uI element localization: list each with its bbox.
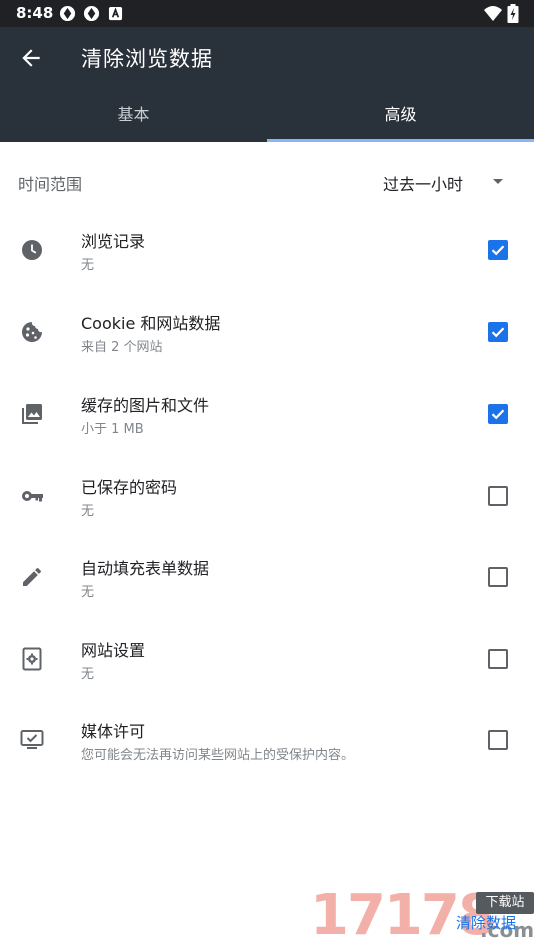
- option-subtitle: 无: [81, 504, 95, 519]
- option-subtitle: 您可能会无法再访问某些网站上的受保护内容。: [81, 748, 355, 763]
- time-range-value: 过去一小时: [383, 175, 464, 194]
- option-subtitle: 小于 1 MB: [81, 422, 144, 437]
- tab-bar: 基本 高级: [0, 89, 534, 142]
- notification-icon: [59, 5, 76, 22]
- arrow-left-icon[interactable]: [18, 45, 44, 71]
- key-icon: [22, 491, 43, 502]
- checkbox[interactable]: [488, 240, 508, 260]
- option-title: 浏览记录: [81, 232, 146, 251]
- option-autofill[interactable]: 自动填充表单数据 无: [0, 541, 534, 623]
- option-browsing-history[interactable]: 浏览记录 无: [0, 214, 534, 296]
- battery-icon: [507, 4, 519, 23]
- option-title: 自动填充表单数据: [81, 559, 210, 578]
- app-bar: 清除浏览数据: [0, 27, 534, 89]
- option-title: 已保存的密码: [81, 478, 178, 497]
- option-subtitle: 无: [81, 667, 95, 682]
- check-icon: [491, 409, 505, 420]
- option-title: 缓存的图片和文件: [81, 396, 210, 415]
- pencil-icon: [23, 568, 41, 586]
- checkbox[interactable]: [488, 486, 508, 506]
- notification-icon: [83, 5, 100, 22]
- option-subtitle: 无: [81, 585, 95, 600]
- option-saved-passwords[interactable]: 已保存的密码 无: [0, 460, 534, 542]
- site-settings-icon: [22, 647, 42, 671]
- option-subtitle: 来自 2 个网站: [81, 340, 163, 355]
- option-title: Cookie 和网站数据: [81, 314, 221, 333]
- dropdown-arrow-icon: [493, 179, 503, 184]
- tab-advanced[interactable]: 高级: [267, 89, 534, 142]
- time-range-dropdown[interactable]: 过去一小时: [360, 150, 520, 214]
- option-cookies[interactable]: Cookie 和网站数据 来自 2 个网站: [0, 296, 534, 378]
- tab-indicator: [267, 139, 534, 142]
- check-icon: [491, 327, 505, 338]
- option-subtitle: 无: [81, 258, 95, 273]
- notification-icon: [108, 6, 123, 21]
- option-cached-images[interactable]: 缓存的图片和文件 小于 1 MB: [0, 378, 534, 460]
- time-range-row: 时间范围 过去一小时: [0, 150, 534, 214]
- clock-icon: [22, 240, 42, 260]
- check-icon: [491, 245, 505, 256]
- option-site-settings[interactable]: 网站设置 无: [0, 623, 534, 705]
- tab-label: 高级: [384, 105, 417, 124]
- checkbox[interactable]: [488, 404, 508, 424]
- status-bar: 8:48: [0, 0, 534, 27]
- checkbox[interactable]: [488, 730, 508, 750]
- option-title: 媒体许可: [81, 722, 146, 741]
- watermark-badge: 下载站: [476, 892, 534, 914]
- checkbox[interactable]: [488, 567, 508, 587]
- checkbox[interactable]: [488, 649, 508, 669]
- page-title: 清除浏览数据: [81, 47, 213, 71]
- tab-basic[interactable]: 基本: [0, 89, 267, 142]
- clear-data-button[interactable]: 清除数据: [456, 912, 516, 933]
- cookie-icon: [22, 322, 42, 342]
- checkbox[interactable]: [488, 322, 508, 342]
- time-range-label: 时间范围: [18, 175, 83, 194]
- image-icon: [22, 404, 42, 424]
- monitor-check-icon: [20, 730, 44, 749]
- tab-label: 基本: [117, 105, 150, 124]
- status-time: 8:48: [16, 4, 54, 22]
- watermark: 17178 下载站 .com 清除数据: [310, 882, 534, 950]
- option-title: 网站设置: [81, 641, 146, 660]
- option-media-licenses[interactable]: 媒体许可 您可能会无法再访问某些网站上的受保护内容。: [0, 704, 534, 786]
- wifi-icon: [484, 6, 502, 21]
